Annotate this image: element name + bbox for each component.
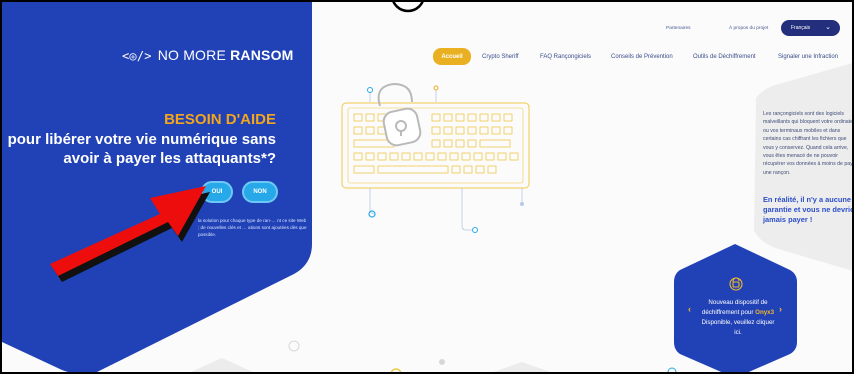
keyboard-illustration [341,102,530,189]
language-select[interactable]: Français ⌄ [781,20,840,36]
bottom-decor-2 [493,362,551,372]
nav-home[interactable]: Accueil [433,48,471,65]
hero-headline: pour libérer votre vie numérique sans av… [7,131,276,167]
never-pay-warning: En réalité, il n'y a aucune garantie et … [763,195,854,224]
bottom-dot-4 [439,359,445,365]
red-arrow-annotation [50,186,210,282]
nav-faq[interactable]: FAQ Rançongiciels [540,54,591,60]
decryptor-name: Onyx3 [755,309,775,316]
ransomware-info-text: Les rançongiciels sont des logiciels mal… [763,111,854,176]
decryptor-prev-arrow[interactable]: ‹ [688,304,691,314]
decryptor-next-arrow[interactable]: › [779,304,782,314]
circuit-dot-5 [520,202,524,206]
nav-prevention[interactable]: Conseils de Prévention [611,54,673,60]
browser-viewport: <◎/> NO MORE RANSOM BESOIN D'AIDE pour li… [0,0,854,374]
bottom-decor-1 [190,358,254,372]
about-link[interactable]: À propos du projet [729,26,768,31]
logo-text-bold: RANSOM [230,47,294,63]
circuit-dot-3 [368,210,376,218]
no-button[interactable]: NON [242,181,278,203]
circuit-dot-4 [472,227,478,233]
bottom-dot-1 [288,340,300,352]
site-logo[interactable]: <◎/> NO MORE RANSOM [122,47,294,63]
nav-crypto-sheriff[interactable]: Crypto Sheriff [482,54,519,60]
padlock-illustration [377,82,422,147]
nav-report[interactable]: Signaler une Infraction [778,54,838,60]
chevron-down-icon: ⌄ [825,24,831,31]
need-help-title: BESOIN D'AIDE [164,111,276,128]
nav-decryption-tools[interactable]: Outils de Déchiffrement [693,54,756,60]
new-decryptor-link[interactable]: Nouveau dispositif de déchiffrement pour… [698,298,778,338]
logo-text-light: NO MORE [157,47,231,63]
partners-link[interactable]: Partenaires [666,26,691,31]
decryptor-line2: Disponible, veuillez cliquer ici. [701,319,775,336]
top-lock-icon [392,2,424,13]
language-value: Français [791,25,811,31]
logo-lock-icon: <◎/> [122,49,152,63]
circuit-dot-2 [433,85,439,91]
circuit-dot-1 [367,87,373,93]
bottom-dot-2 [390,368,402,372]
bottom-dot-3 [667,367,677,372]
